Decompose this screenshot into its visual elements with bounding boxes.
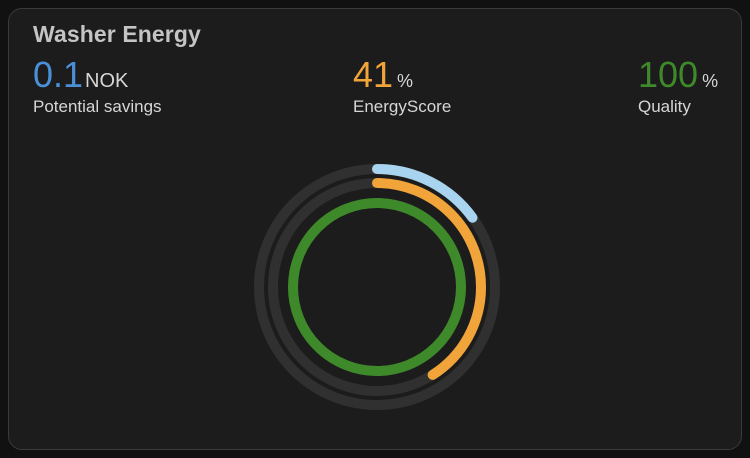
quality-ring-arc	[288, 198, 466, 376]
energy-rings-gauge	[254, 164, 500, 410]
washer-energy-card: Washer Energy 0.1 NOK Potential savings …	[8, 8, 742, 450]
